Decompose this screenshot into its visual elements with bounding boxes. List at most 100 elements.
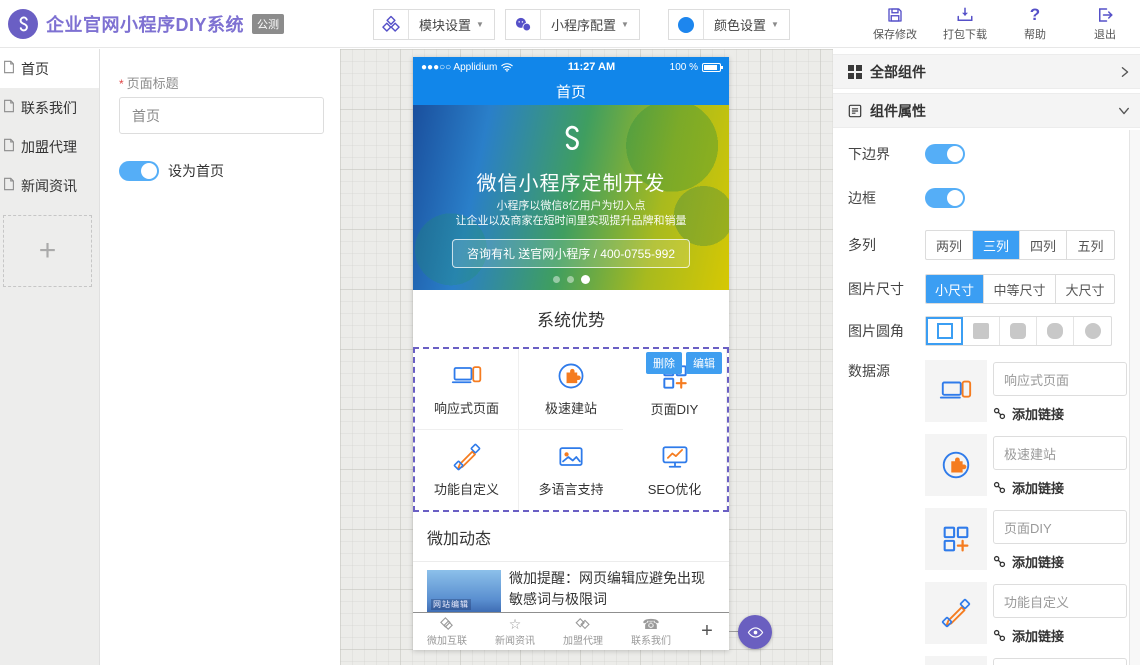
app-title: 企业官网小程序DIY系统 (46, 11, 244, 37)
fast-build-icon (925, 434, 987, 496)
advantages-grid-component-selected[interactable]: 删除 编辑 响应式页面 (413, 347, 729, 512)
add-tab-button[interactable]: + (685, 613, 729, 650)
caret-down-icon: ▼ (771, 20, 779, 29)
radius-option-0-selected[interactable] (926, 317, 963, 345)
hero-cta-pill[interactable]: 咨询有礼 送官网小程序 / 400-0755-992 (452, 239, 690, 268)
page-list-sidebar: 首页 联系我们 加盟代理 新闻资讯 + (0, 49, 100, 665)
component-props-header[interactable]: 组件属性 (833, 93, 1140, 128)
grid-item-seo[interactable]: SEO优化 (623, 430, 727, 511)
cubes-icon (374, 10, 409, 39)
all-components-label: 全部组件 (870, 62, 926, 82)
grid-item-label: 响应式页面 (434, 398, 499, 417)
phone-icon: ☎ (642, 616, 659, 632)
grid-item-label: 极速建站 (545, 398, 597, 417)
page-item-label: 新闻资讯 (21, 176, 77, 196)
radius-option-1[interactable] (963, 317, 1000, 345)
preview-button[interactable] (738, 615, 772, 649)
color-settings-button[interactable]: 颜色设置 ▼ (668, 9, 790, 40)
radius-option-4[interactable] (1074, 317, 1111, 345)
carousel-dot[interactable] (567, 276, 574, 283)
panel-scrollbar[interactable] (1129, 130, 1140, 665)
help-label: 帮助 (1024, 26, 1046, 42)
image-size-small-selected[interactable]: 小尺寸 (926, 275, 984, 303)
set-home-toggle[interactable] (119, 161, 159, 181)
phone-tab-bar: 微加互联 ☆ 新闻资讯 加盟代理 (413, 612, 729, 650)
datasource-title-input[interactable] (993, 362, 1127, 396)
add-link-button[interactable]: 添加链接 (993, 626, 1064, 645)
phone-nav-title: 首页 (556, 81, 586, 102)
border-label: 边框 (848, 188, 925, 208)
delete-component-button[interactable]: 删除 (646, 352, 682, 374)
radius-option-2[interactable] (1000, 317, 1037, 345)
carousel-dots (413, 275, 729, 284)
top-toolbar: 企业官网小程序DIY系统 公测 模块设置 ▼ (0, 0, 1140, 48)
grid-item-multilang[interactable]: 多语言支持 (519, 430, 623, 511)
grid-item-label: SEO优化 (648, 479, 701, 498)
help-button[interactable]: ? 帮助 (1008, 5, 1062, 42)
carousel-dot[interactable] (553, 276, 560, 283)
download-button[interactable]: 打包下载 (938, 5, 992, 42)
page-icon (2, 60, 16, 77)
page-icon (2, 177, 16, 194)
miniprogram-config-label: 小程序配置 (551, 15, 616, 34)
design-canvas: ●●●○○ Applidium 11:27 AM 100 % 首页 (340, 49, 833, 665)
image-size-medium[interactable]: 中等尺寸 (984, 275, 1056, 303)
add-link-button[interactable]: 添加链接 (993, 552, 1064, 571)
image-size-large[interactable]: 大尺寸 (1056, 275, 1114, 303)
tab-news[interactable]: ☆ 新闻资讯 (481, 613, 549, 650)
image-size-segmented-control: 小尺寸 中等尺寸 大尺寸 (925, 274, 1115, 304)
miniprogram-config-button[interactable]: 小程序配置 ▼ (505, 9, 640, 40)
wechat-icon (506, 10, 541, 39)
tab-agency[interactable]: 加盟代理 (549, 613, 617, 650)
border-toggle[interactable] (925, 188, 965, 208)
tab-weijia[interactable]: 微加互联 (413, 613, 481, 650)
add-link-button[interactable]: 添加链接 (993, 478, 1064, 497)
workspace: 首页 联系我们 加盟代理 新闻资讯 + (0, 49, 1140, 665)
grid-item-label: 功能自定义 (434, 479, 499, 498)
columns-option-3-selected[interactable]: 三列 (973, 231, 1020, 259)
exit-icon (1096, 5, 1114, 24)
hero-subtitle-2: 让企业以及商家在短时间里实现提升品牌和销量 (413, 212, 729, 228)
page-item-agency[interactable]: 加盟代理 (0, 127, 99, 166)
all-components-header[interactable]: 全部组件 (833, 54, 1140, 89)
list-icon (848, 104, 862, 118)
news-section-title: 微加动态 (413, 512, 729, 562)
datasource-title-input[interactable] (993, 584, 1127, 618)
add-page-button[interactable]: + (3, 215, 92, 287)
battery-text: 100 % (670, 62, 698, 73)
grid-item-fast-build[interactable]: 极速建站 (519, 349, 623, 430)
tab-label: 联系我们 (631, 632, 671, 647)
set-home-label: 设为首页 (168, 161, 224, 181)
grid-item-label: 多语言支持 (538, 479, 603, 498)
columns-option-4[interactable]: 四列 (1020, 231, 1067, 259)
module-settings-button[interactable]: 模块设置 ▼ (373, 9, 495, 40)
columns-option-5[interactable]: 五列 (1067, 231, 1114, 259)
grid-item-responsive[interactable]: 响应式页面 (415, 349, 519, 430)
grid-item-custom-function[interactable]: 功能自定义 (415, 430, 519, 511)
page-item-home[interactable]: 首页 (0, 49, 99, 88)
radius-option-3[interactable] (1037, 317, 1074, 345)
bottom-border-toggle[interactable] (925, 144, 965, 164)
link-icon (993, 555, 1006, 568)
link-icon (993, 481, 1006, 494)
hero-subtitle-1: 小程序以微信8亿用户为切入点 (413, 197, 729, 213)
datasource-row-clipped (925, 656, 1135, 665)
exit-button[interactable]: 退出 (1078, 5, 1132, 42)
edit-component-button[interactable]: 编辑 (686, 352, 722, 374)
add-link-button[interactable]: 添加链接 (993, 404, 1064, 423)
save-button[interactable]: 保存修改 (868, 5, 922, 42)
page-properties-panel: *页面标题 设为首页 (101, 49, 340, 665)
page-icon (2, 138, 16, 155)
columns-option-2[interactable]: 两列 (926, 231, 973, 259)
datasource-title-input[interactable] (993, 510, 1127, 544)
datasource-title-input[interactable] (993, 436, 1127, 470)
toolbar-actions: 保存修改 打包下载 ? 帮助 (868, 5, 1132, 42)
page-item-contact[interactable]: 联系我们 (0, 88, 99, 127)
page-item-news[interactable]: 新闻资讯 (0, 166, 99, 205)
datasource-title-input[interactable] (993, 658, 1127, 665)
tab-contact[interactable]: ☎ 联系我们 (617, 613, 685, 650)
hero-banner[interactable]: 微信小程序定制开发 小程序以微信8亿用户为切入点 让企业以及商家在短时间里实现提… (413, 105, 729, 290)
hero-title: 微信小程序定制开发 (413, 167, 729, 196)
page-title-input[interactable] (119, 97, 324, 134)
carousel-dot-active[interactable] (581, 275, 590, 284)
